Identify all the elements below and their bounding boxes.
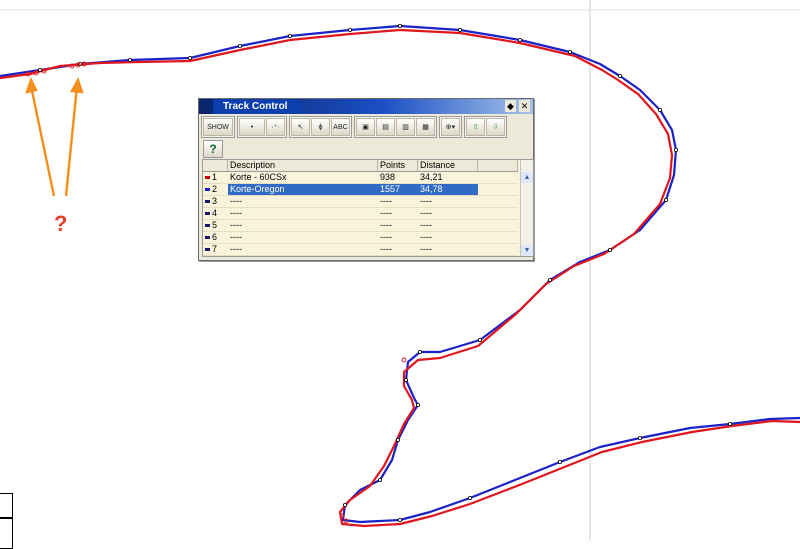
row-description[interactable]: ---- xyxy=(228,256,378,257)
row-number: 4 xyxy=(203,208,228,219)
dock-toggle-icon[interactable]: ◆ xyxy=(505,100,516,112)
row-extra xyxy=(478,184,518,195)
row-distance: 34,21 xyxy=(420,172,443,182)
row-index: 3 xyxy=(212,196,218,206)
row-index: 6 xyxy=(212,232,218,242)
table-row[interactable]: 1 Korte - 60CSx 938 34,21 xyxy=(203,172,518,184)
table-row[interactable]: 6 ---- ---- ---- xyxy=(203,232,518,244)
row-distance: 34,78 xyxy=(418,184,478,195)
close-icon[interactable]: ✕ xyxy=(519,100,530,112)
row-description[interactable]: Korte-Oregon xyxy=(228,184,378,195)
row-points: ---- xyxy=(380,220,392,230)
track-color-swatch[interactable] xyxy=(205,224,210,227)
row-description[interactable]: ---- xyxy=(228,244,378,255)
row-points: ---- xyxy=(380,196,392,206)
row-index: 7 xyxy=(212,244,218,254)
row-index: 1 xyxy=(212,172,218,182)
table-row[interactable]: 2 Korte-Oregon 1557 34,78 xyxy=(203,184,518,196)
row-description[interactable]: ---- xyxy=(228,196,378,207)
row-points: 938 xyxy=(380,172,396,182)
row-points: ---- xyxy=(378,256,418,257)
header-description[interactable]: Description xyxy=(228,160,378,171)
track-color-swatch[interactable] xyxy=(205,176,210,179)
row-number: 5 xyxy=(203,220,228,231)
row-index: 2 xyxy=(212,184,218,194)
row-number: 3 xyxy=(203,196,228,207)
table-row[interactable]: 5 ---- ---- ---- xyxy=(203,220,518,232)
table-row[interactable]: 7 ---- ---- ---- xyxy=(203,244,518,256)
row-points: ---- xyxy=(380,232,392,242)
row-number: 8 xyxy=(203,256,228,257)
header-points[interactable]: Points xyxy=(378,160,418,171)
insert-point-icon[interactable]: ɸ xyxy=(311,118,330,136)
row-extra xyxy=(478,232,518,243)
row-number: 6 xyxy=(203,232,228,243)
scroll-down-icon[interactable]: ▼ xyxy=(521,245,533,256)
save-track-icon[interactable]: ▣ xyxy=(356,118,375,136)
window-titlebar[interactable]: Track Control ◆ ✕ xyxy=(199,99,533,114)
header-extra xyxy=(478,160,518,171)
annotation-arrows xyxy=(25,76,84,197)
track-list-header: Description Points Distance xyxy=(203,160,518,172)
track-color-swatch[interactable] xyxy=(205,200,210,203)
track-color-swatch[interactable] xyxy=(205,188,210,191)
track-color-swatch[interactable] xyxy=(205,212,210,215)
header-distance[interactable]: Distance xyxy=(418,160,478,171)
help-button[interactable]: ? xyxy=(203,140,223,158)
move-down-icon[interactable]: ⇩ xyxy=(486,118,505,136)
center-dropdown-icon[interactable]: ⊕▾ xyxy=(441,118,460,136)
track-mode-button[interactable]: • TRACK xyxy=(239,118,265,136)
row-extra xyxy=(478,172,518,183)
row-points: ---- xyxy=(380,244,392,254)
properties-icon[interactable]: ▥ xyxy=(396,118,415,136)
track-color-swatch[interactable] xyxy=(205,236,210,239)
track-list[interactable]: Description Points Distance 1 Korte - 60C… xyxy=(202,159,534,257)
map-corner-frame-lower xyxy=(0,517,13,549)
row-number: 7 xyxy=(203,244,228,255)
show-track-button[interactable]: SHOW xyxy=(203,118,233,136)
row-extra xyxy=(478,256,518,257)
edit-points-icon[interactable]: ·⁺· xyxy=(266,118,285,136)
table-row[interactable]: 8------------ xyxy=(203,256,518,257)
row-distance: ---- xyxy=(420,208,432,218)
row-description[interactable]: ---- xyxy=(228,232,378,243)
row-number: 2 xyxy=(203,184,228,195)
row-number: 1 xyxy=(203,172,228,183)
vertical-scrollbar[interactable]: ▲ ▼ xyxy=(520,160,533,256)
row-extra xyxy=(478,220,518,231)
row-description[interactable]: Korte - 60CSx xyxy=(228,172,378,183)
row-extra xyxy=(478,208,518,219)
header-number[interactable] xyxy=(203,160,228,171)
table-row[interactable]: 4 ---- ---- ---- xyxy=(203,208,518,220)
row-points: ---- xyxy=(380,208,392,218)
row-distance: ---- xyxy=(420,244,432,254)
row-distance: ---- xyxy=(420,232,432,242)
row-distance: ---- xyxy=(418,256,478,257)
label-text-button[interactable]: ABC xyxy=(331,118,350,136)
move-up-icon[interactable]: ⇧ xyxy=(466,118,485,136)
window-title: Track Control xyxy=(213,99,304,114)
track-control-window[interactable]: Track Control ◆ ✕ SHOW • TRACK ·⁺· ↖ ɸ A… xyxy=(198,98,534,261)
row-index: 5 xyxy=(212,220,218,230)
track-color-swatch[interactable] xyxy=(205,248,210,251)
map-corner-frame xyxy=(0,493,13,519)
row-distance: ---- xyxy=(420,196,432,206)
scroll-up-icon[interactable]: ▲ xyxy=(521,172,533,183)
row-index: 8 xyxy=(212,256,217,257)
export-icon[interactable]: ▦ xyxy=(416,118,435,136)
toolbar: SHOW • TRACK ·⁺· ↖ ɸ ABC ▣ ▤ ▥ ▦ ⊕▾ ⇧ ⇩ xyxy=(201,116,531,138)
track-list-rows: 1 Korte - 60CSx 938 34,21 2 Korte-Oregon 1557 3… xyxy=(203,172,518,257)
map-canvas[interactable] xyxy=(0,0,800,541)
row-points: 1557 xyxy=(378,184,418,195)
row-description[interactable]: ---- xyxy=(228,220,378,231)
row-distance: ---- xyxy=(420,220,432,230)
row-extra xyxy=(478,196,518,207)
table-row[interactable]: 3 ---- ---- ---- xyxy=(203,196,518,208)
row-extra xyxy=(478,244,518,255)
question-mark-annotation: ? xyxy=(54,211,68,236)
row-index: 4 xyxy=(212,208,218,218)
save-as-icon[interactable]: ▤ xyxy=(376,118,395,136)
select-cursor-icon[interactable]: ↖ xyxy=(291,118,310,136)
row-description[interactable]: ---- xyxy=(228,208,378,219)
